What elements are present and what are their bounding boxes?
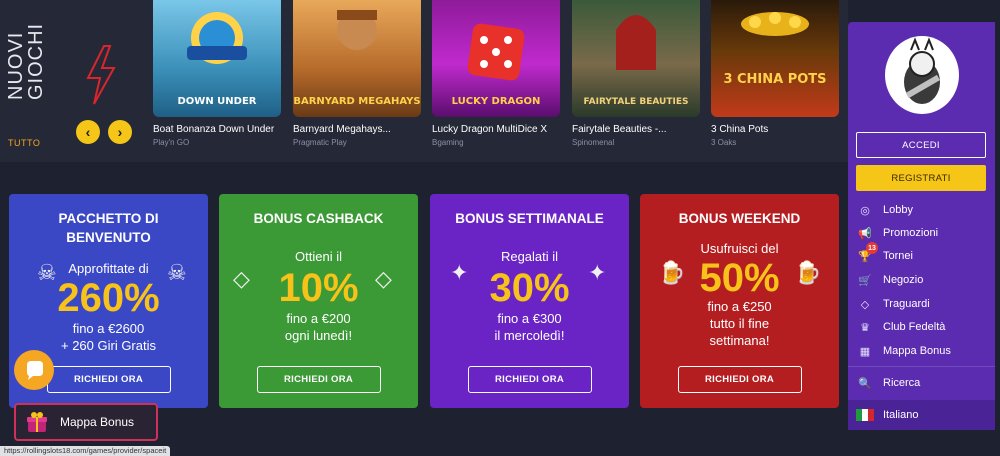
claim-button[interactable]: RICHIEDI ORA [467, 366, 592, 393]
claim-button[interactable]: RICHIEDI ORA [46, 366, 171, 393]
sidebar-item-label: Club Fedeltà [883, 321, 946, 333]
game-provider: Bgaming [432, 138, 464, 147]
bonus-line-1: fino a €200 [286, 311, 351, 326]
notification-badge: 13 [866, 242, 878, 254]
avatar-area [848, 22, 995, 130]
sidebar-item-club-fedelta[interactable]: ♛ Club Fedeltà [856, 317, 990, 337]
bonus-line-1: fino a €2600 [72, 321, 145, 336]
bonus-line-2: tutto il fine [709, 316, 770, 331]
game-thumbnail[interactable]: FAIRYTALE BEAUTIES [572, 0, 700, 117]
chat-button[interactable] [14, 350, 54, 390]
bonus-card-cashback: BONUS CASHBACK Ottieni il ◇ ◇ 10% fino a… [219, 194, 418, 408]
gift-icon [27, 412, 47, 432]
rocker-mascot-icon [904, 37, 940, 104]
bonus-percentage: 260% [57, 276, 160, 320]
game-thumb-text: FAIRYTALE BEAUTIES [583, 97, 689, 107]
new-games-title: NUOVI GIOCHI [5, 22, 47, 100]
bonus-title: BONUS WEEKEND [678, 211, 801, 226]
map-icon: ▦ [859, 345, 871, 358]
game-title[interactable]: Fairytale Beauties -... [572, 124, 700, 135]
new-games-section: NUOVI GIOCHI TUTTO ‹ › DOWN UNDER Boat B… [0, 0, 848, 162]
sidebar-item-label: Traguardi [883, 298, 930, 310]
sidebar-item-mappa-bonus[interactable]: ▦ Mappa Bonus [856, 341, 990, 361]
china-pots-art [741, 12, 809, 36]
sidebar-item-negozio[interactable]: 🛒 Negozio [856, 270, 990, 290]
bonus-line-1: fino a €300 [497, 311, 562, 326]
game-card[interactable]: BARNYARD MEGAHAYS Barnyard Megahays... P… [293, 0, 421, 147]
game-card[interactable]: FAIRYTALE BEAUTIES Fairytale Beauties -.… [572, 0, 700, 147]
language-selector[interactable]: Italiano [848, 400, 995, 430]
claim-button[interactable]: RICHIEDI ORA [256, 366, 381, 393]
game-provider: Pragmatic Play [293, 138, 347, 147]
game-thumb-text: BARNYARD MEGAHAYS [293, 96, 421, 107]
bonus-title: BONUS SETTIMANALE [455, 211, 604, 226]
crown-icon: ♛ [860, 321, 870, 334]
bonus-card-weekend: BONUS WEEKEND Usufruisci del 🍺 🍺 50% fin… [640, 194, 839, 408]
lobby-icon: ◎ [860, 204, 870, 217]
see-all-link[interactable]: TUTTO [8, 138, 40, 148]
game-thumbnail[interactable]: 3 CHINA POTS [711, 0, 839, 117]
login-button[interactable]: ACCEDI [856, 132, 986, 158]
bonus-title: PACCHETTO DI BENVENUTO [58, 211, 159, 245]
mappa-bonus-widget[interactable]: Mappa Bonus [14, 403, 158, 441]
sidebar-item-label: Promozioni [883, 227, 939, 239]
mappa-bonus-label: Mappa Bonus [60, 415, 135, 429]
language-label: Italiano [883, 409, 919, 421]
game-provider: Spinomenal [572, 138, 615, 147]
sidebar: ACCEDI REGISTRATI ◎ Lobby 📢 Promozioni 🏆… [848, 22, 995, 430]
games-prev-button[interactable]: ‹ [76, 120, 100, 144]
trophy-icon: 🏆 13 [856, 242, 878, 265]
game-title[interactable]: Lucky Dragon MultiDice X [432, 124, 560, 135]
bonus-line-2: il mercoledì! [494, 328, 565, 343]
avatar [885, 36, 959, 114]
game-provider: Play'n GO [153, 138, 190, 147]
diamond-icon: ◇ [860, 298, 870, 311]
game-card[interactable]: 3 CHINA POTS 3 China Pots 3 Oaks [711, 0, 839, 147]
register-button[interactable]: REGISTRATI [856, 165, 986, 191]
sidebar-item-label: Tornei [883, 250, 913, 262]
game-thumb-text: 3 CHINA POTS [723, 72, 827, 87]
divider [848, 366, 995, 367]
game-title[interactable]: Boat Bonanza Down Under [153, 124, 281, 135]
game-title[interactable]: 3 China Pots [711, 124, 839, 135]
bonus-percentage: 10% [278, 266, 359, 310]
bonus-intro: Usufruisci del [700, 241, 779, 256]
game-thumb-text: DOWN UNDER [177, 96, 257, 107]
game-thumbnail[interactable]: DOWN UNDER [153, 0, 281, 117]
games-next-button[interactable]: › [108, 120, 132, 144]
game-thumbnail[interactable]: LUCKY DRAGON [432, 0, 560, 117]
bonus-line-3: settimana! [709, 333, 770, 348]
search-icon: 🔍 [858, 377, 872, 390]
megaphone-icon: 📢 [858, 227, 872, 240]
bonus-percentage: 50% [699, 256, 780, 300]
search-label: Ricerca [883, 377, 921, 389]
lightning-icon [86, 45, 116, 105]
bonus-intro: Ottieni il [295, 249, 342, 264]
bonus-line-1: fino a €250 [707, 299, 772, 314]
sidebar-item-label: Lobby [883, 204, 913, 216]
game-card[interactable]: DOWN UNDER Boat Bonanza Down Under Play'… [153, 0, 281, 147]
sidebar-item-promozioni[interactable]: 📢 Promozioni [856, 223, 990, 243]
game-thumbnail[interactable]: BARNYARD MEGAHAYS [293, 0, 421, 117]
chat-icon [27, 361, 43, 380]
bonus-intro: Approfittate di [68, 261, 149, 276]
italy-flag-icon [856, 409, 874, 421]
game-title[interactable]: Barnyard Megahays... [293, 124, 421, 135]
sidebar-search[interactable]: 🔍 Ricerca [856, 373, 990, 393]
cart-icon: 🛒 [858, 274, 872, 287]
status-bar-url: https://rollingslots18.com/games/provide… [0, 446, 171, 456]
game-thumb-text: LUCKY DRAGON [451, 96, 541, 107]
bonus-title: BONUS CASHBACK [253, 211, 384, 226]
bonus-card-weekly: BONUS SETTIMANALE Regalati il ✦ ✦ 30% fi… [430, 194, 629, 408]
game-provider: 3 Oaks [711, 138, 737, 147]
sidebar-item-label: Negozio [883, 274, 924, 286]
sidebar-item-lobby[interactable]: ◎ Lobby [856, 200, 990, 220]
sidebar-item-tornei[interactable]: 🏆 13 Tornei [856, 242, 990, 266]
sidebar-item-label: Mappa Bonus [883, 345, 951, 357]
bonus-line-2: ogni lunedì! [284, 328, 353, 343]
sidebar-item-traguardi[interactable]: ◇ Traguardi [856, 294, 990, 314]
game-card[interactable]: LUCKY DRAGON Lucky Dragon MultiDice X Bg… [432, 0, 560, 147]
claim-button[interactable]: RICHIEDI ORA [677, 366, 802, 393]
bonus-percentage: 30% [489, 266, 570, 310]
